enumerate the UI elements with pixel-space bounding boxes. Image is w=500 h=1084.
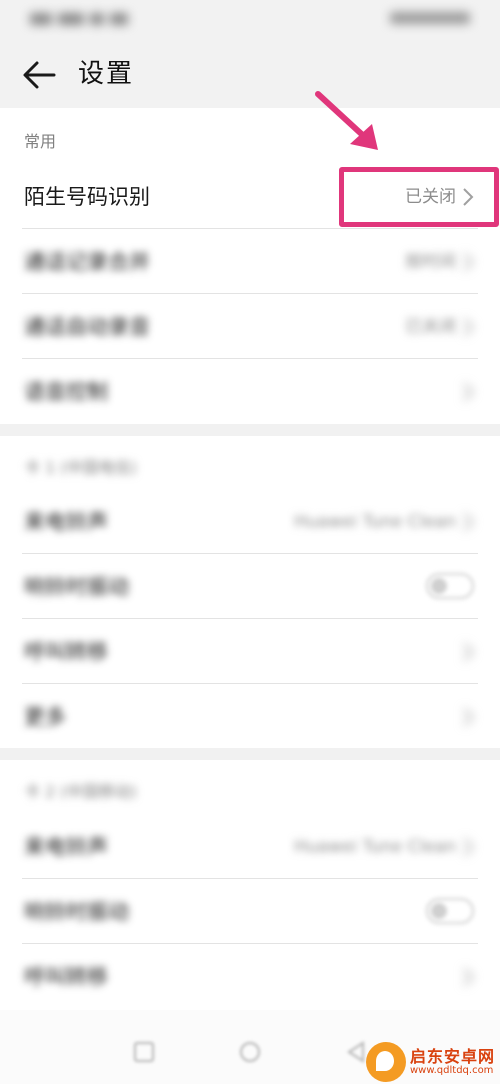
divider — [22, 228, 478, 229]
row-label: 响铃时振动 — [24, 900, 129, 924]
back-arrow-icon[interactable] — [22, 59, 56, 91]
watermark-url: www.qdltdq.com — [410, 1065, 494, 1077]
vibrate-toggle[interactable] — [426, 573, 474, 599]
chevron-right-icon — [463, 708, 474, 726]
row-value: Huawei Tune Clean — [294, 837, 456, 857]
row-label: 呼叫转移 — [24, 640, 108, 664]
row-sim1-vibrate[interactable]: 响铃时振动 — [0, 555, 500, 619]
row-label: 语音控制 — [24, 380, 108, 404]
recents-square-icon[interactable] — [132, 1040, 156, 1064]
chevron-right-icon — [463, 253, 474, 271]
divider — [22, 683, 478, 684]
section-gap — [0, 424, 500, 436]
row-value: Huawei Tune Clean — [294, 512, 456, 532]
chevron-right-icon — [463, 838, 474, 856]
divider — [22, 293, 478, 294]
row-sim1-more[interactable]: 更多 — [0, 685, 500, 749]
divider — [22, 553, 478, 554]
back-triangle-icon[interactable] — [344, 1040, 368, 1064]
vibrate-toggle[interactable] — [426, 898, 474, 924]
annotation-arrow-icon — [315, 91, 378, 150]
row-sim2-call-forward[interactable]: 呼叫转移 — [0, 945, 500, 1009]
section-label-common: 常用 — [24, 132, 57, 151]
watermark: 启东安卓网 www.qdltdq.com — [366, 1040, 500, 1084]
row-label: 通话自动录音 — [24, 315, 150, 339]
row-sim2-vibrate[interactable]: 响铃时振动 — [0, 880, 500, 944]
row-label: 响铃时振动 — [24, 575, 129, 599]
row-value: 按时间 — [405, 252, 456, 272]
row-sim1-call-forward[interactable]: 呼叫转移 — [0, 620, 500, 684]
row-value: 已关闭 — [405, 317, 456, 337]
divider — [22, 943, 478, 944]
chevron-right-icon — [463, 383, 474, 401]
row-label: 更多 — [24, 705, 66, 729]
chevron-right-icon — [463, 318, 474, 336]
status-right-icons — [390, 12, 470, 24]
row-label: 通话记录合并 — [24, 250, 150, 274]
row-voice-control[interactable]: 语音控制 — [0, 360, 500, 424]
row-call-log-merge[interactable]: 通话记录合并 按时间 — [0, 230, 500, 294]
section-gap — [0, 748, 500, 760]
watermark-title: 启东安卓网 — [410, 1046, 496, 1066]
row-label: 来电铃声 — [24, 510, 108, 534]
row-sim2-ringtone[interactable]: 来电铃声 Huawei Tune Clean — [0, 815, 500, 879]
home-circle-icon[interactable] — [238, 1040, 262, 1064]
row-label: 呼叫转移 — [24, 965, 108, 989]
watermark-logo-icon — [366, 1042, 406, 1082]
page-title: 设置 — [78, 59, 135, 89]
chevron-right-icon — [463, 968, 474, 986]
divider — [22, 878, 478, 879]
chevron-right-icon — [463, 643, 474, 661]
annotation-highlight-box — [339, 167, 499, 227]
divider — [22, 618, 478, 619]
app-bar: 设置 — [0, 42, 500, 108]
row-auto-record[interactable]: 通话自动录音 已关闭 — [0, 295, 500, 359]
row-label: 来电铃声 — [24, 835, 108, 859]
status-bar — [0, 0, 500, 42]
status-left-icons — [30, 10, 140, 28]
row-sim1-ringtone[interactable]: 来电铃声 Huawei Tune Clean — [0, 490, 500, 554]
section-label-sim2: 卡 2 (中国移动) — [24, 782, 137, 801]
row-label: 陌生号码识别 — [24, 185, 150, 209]
chevron-right-icon — [463, 513, 474, 531]
divider — [22, 358, 478, 359]
section-label-sim1: 卡 1 (中国电信) — [24, 458, 137, 477]
